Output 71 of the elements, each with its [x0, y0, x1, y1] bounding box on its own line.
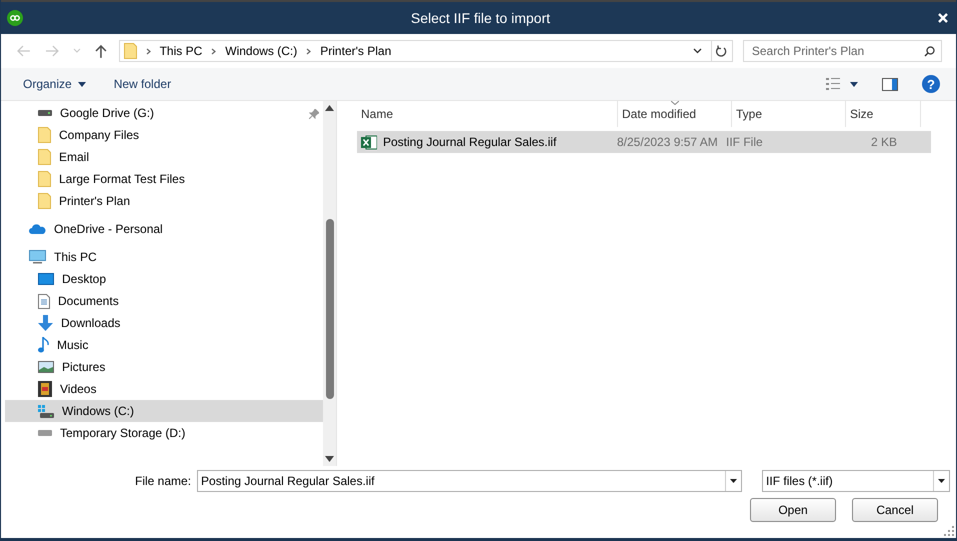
dropdown-arrow-icon[interactable] — [938, 479, 946, 483]
spreadsheet-file-icon — [361, 134, 377, 150]
down-arrow-icon — [38, 315, 53, 331]
picture-icon — [38, 361, 54, 373]
search-icon — [924, 46, 936, 57]
drive-icon — [38, 110, 52, 116]
column-header[interactable]: Type — [732, 101, 846, 127]
file-name-field[interactable]: Posting Journal Regular Sales.iif — [197, 470, 742, 492]
nav-item[interactable]: Desktop — [5, 268, 323, 290]
cloud-icon — [29, 224, 46, 234]
file-type-dropdown[interactable]: IIF files (*.iif) — [762, 470, 950, 492]
nav-item[interactable]: Windows (C:) — [5, 400, 323, 422]
preview-pane-icon[interactable] — [882, 78, 898, 90]
column-header[interactable]: Name — [357, 101, 618, 127]
search-field[interactable]: Search Printer's Plan — [742, 40, 942, 62]
chevron-right-icon — [146, 48, 151, 54]
nav-item[interactable]: Email — [5, 146, 323, 168]
breadcrumb-item[interactable]: This PC — [160, 44, 202, 58]
new-folder-button[interactable]: New folder — [114, 77, 172, 91]
folder-icon — [124, 43, 137, 59]
folder-icon — [38, 127, 51, 143]
scroll-up-arrow-icon[interactable] — [325, 105, 334, 111]
nav-item[interactable]: Videos — [5, 378, 323, 400]
organize-button[interactable]: Organize — [23, 77, 86, 91]
column-header[interactable]: Size — [846, 101, 921, 127]
caret-down-icon[interactable] — [850, 82, 858, 86]
caret-down-icon — [78, 82, 86, 86]
help-button[interactable]: ? — [922, 75, 940, 93]
windows-drive-icon — [38, 404, 54, 418]
file-row[interactable]: Posting Journal Regular Sales.iif 8/25/2023 9:57 AM IIF File 2 KB — [357, 131, 931, 153]
refresh-icon — [716, 44, 728, 58]
close-icon[interactable] — [938, 13, 948, 23]
breadcrumb-item[interactable]: Printer's Plan — [320, 44, 392, 58]
nav-item[interactable]: OneDrive - Personal — [5, 218, 323, 240]
nav-item[interactable]: Pictures — [5, 356, 323, 378]
dropdown-chevron-icon[interactable] — [692, 48, 702, 54]
dropdown-arrow-icon[interactable] — [730, 479, 738, 483]
computer-icon — [29, 250, 46, 264]
nav-item[interactable]: Large Format Test Files — [5, 168, 323, 190]
nav-item[interactable]: Documents — [5, 290, 323, 312]
nav-item[interactable]: Company Files — [5, 124, 323, 146]
resize-grip-icon[interactable] — [944, 526, 954, 536]
cancel-button[interactable]: Cancel — [852, 498, 938, 522]
address-bar[interactable]: This PC Windows (C:) Printer's Plan — [118, 40, 733, 62]
file-name-label: File name: — [135, 474, 192, 488]
desktop-icon — [38, 273, 54, 285]
drive-icon — [38, 430, 52, 436]
nav-item[interactable]: Music — [5, 334, 323, 356]
view-options-icon[interactable] — [826, 78, 840, 90]
column-header[interactable]: Date modified — [618, 101, 732, 127]
nav-item[interactable]: Google Drive (G:) — [5, 102, 323, 124]
music-note-icon — [38, 337, 49, 353]
nav-item[interactable]: Temporary Storage (D:) — [5, 422, 323, 444]
sort-chevron-icon — [670, 101, 678, 105]
film-icon — [38, 381, 52, 397]
folder-icon — [38, 193, 51, 209]
breadcrumb-item[interactable]: Windows (C:) — [225, 44, 298, 58]
nav-item[interactable]: This PC — [5, 246, 323, 268]
open-button[interactable]: Open — [750, 498, 836, 522]
nav-item[interactable]: Printer's Plan — [5, 190, 323, 212]
chevron-right-icon — [306, 48, 312, 54]
nav-item[interactable]: Downloads — [5, 312, 323, 334]
up-arrow-icon[interactable] — [94, 44, 107, 58]
window-title: Select IIF file to import — [410, 10, 552, 26]
pin-icon[interactable] — [309, 109, 319, 119]
document-icon — [38, 294, 50, 308]
chevron-right-icon — [211, 48, 216, 54]
folder-icon — [38, 149, 51, 165]
app-logo-icon — [7, 10, 23, 26]
scroll-down-arrow-icon[interactable] — [325, 456, 334, 462]
folder-icon — [38, 171, 51, 187]
